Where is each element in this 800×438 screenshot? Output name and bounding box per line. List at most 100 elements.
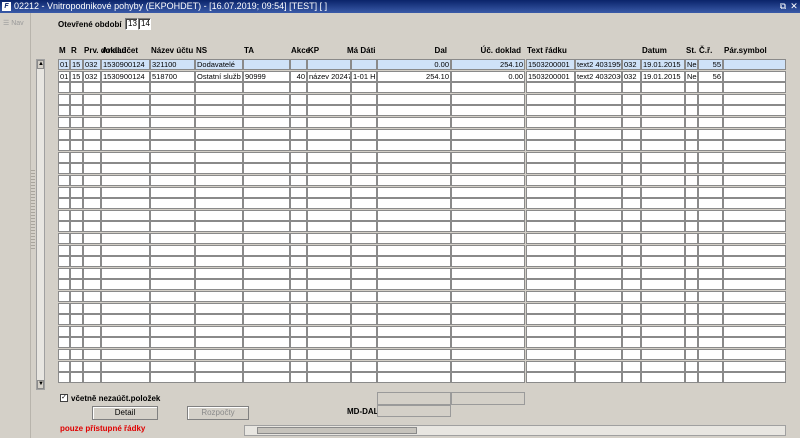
empty-cell[interactable]	[351, 82, 377, 94]
empty-cell[interactable]	[377, 372, 451, 384]
empty-cell[interactable]	[307, 267, 351, 279]
empty-cell[interactable]	[575, 105, 622, 117]
empty-cell[interactable]	[83, 151, 101, 163]
empty-cell[interactable]	[685, 337, 698, 349]
empty-cell[interactable]	[58, 140, 70, 152]
empty-cell[interactable]	[451, 349, 525, 360]
empty-cell[interactable]	[351, 151, 377, 163]
empty-cell[interactable]	[195, 233, 243, 244]
empty-cell[interactable]	[723, 291, 786, 302]
empty-cell[interactable]	[641, 209, 685, 221]
empty-cell[interactable]	[195, 93, 243, 105]
empty-cell[interactable]	[451, 117, 525, 128]
empty-cell[interactable]	[641, 279, 685, 291]
empty-cell[interactable]	[575, 117, 622, 128]
empty-cell[interactable]	[451, 291, 525, 302]
empty-cell[interactable]	[290, 314, 307, 326]
table-cell[interactable]	[723, 70, 786, 82]
empty-cell[interactable]	[83, 267, 101, 279]
empty-cell[interactable]	[83, 349, 101, 360]
empty-cell[interactable]	[83, 93, 101, 105]
empty-cell[interactable]	[575, 256, 622, 268]
empty-cell[interactable]	[526, 117, 575, 128]
empty-cell[interactable]	[377, 105, 451, 117]
empty-cell[interactable]	[377, 267, 451, 279]
empty-cell[interactable]	[150, 314, 195, 326]
empty-cell[interactable]	[195, 279, 243, 291]
empty-cell[interactable]	[622, 302, 641, 314]
empty-cell[interactable]	[526, 267, 575, 279]
empty-cell[interactable]	[723, 302, 786, 314]
empty-cell[interactable]	[290, 244, 307, 256]
empty-cell[interactable]	[622, 267, 641, 279]
empty-cell[interactable]	[150, 128, 195, 140]
empty-cell[interactable]	[70, 314, 83, 326]
empty-cell[interactable]	[243, 291, 290, 302]
empty-cell[interactable]	[307, 302, 351, 314]
empty-cell[interactable]	[195, 302, 243, 314]
empty-cell[interactable]	[195, 140, 243, 152]
empty-cell[interactable]	[58, 360, 70, 372]
empty-cell[interactable]	[101, 349, 150, 360]
table-cell[interactable]: text2 4032030	[575, 70, 622, 82]
empty-cell[interactable]	[58, 186, 70, 198]
empty-cell[interactable]	[575, 151, 622, 163]
empty-cell[interactable]	[351, 175, 377, 186]
empty-cell[interactable]	[377, 279, 451, 291]
empty-cell[interactable]	[195, 360, 243, 372]
empty-cell[interactable]	[243, 372, 290, 384]
table-cell[interactable]: 55	[698, 59, 723, 70]
empty-cell[interactable]	[526, 291, 575, 302]
nav-toggle[interactable]: ☰ Nav	[3, 19, 24, 27]
column-header[interactable]: Anal.účet	[102, 46, 138, 55]
empty-cell[interactable]	[70, 244, 83, 256]
empty-cell[interactable]	[377, 128, 451, 140]
empty-cell[interactable]	[698, 128, 723, 140]
empty-cell[interactable]	[58, 82, 70, 94]
empty-cell[interactable]	[150, 175, 195, 186]
empty-cell[interactable]	[351, 140, 377, 152]
empty-cell[interactable]	[622, 325, 641, 337]
empty-cell[interactable]	[307, 198, 351, 210]
empty-cell[interactable]	[70, 349, 83, 360]
empty-cell[interactable]	[685, 105, 698, 117]
empty-cell[interactable]	[698, 360, 723, 372]
vertical-scrollbar[interactable]: ▲ ▼	[36, 59, 45, 390]
empty-cell[interactable]	[723, 233, 786, 244]
empty-cell[interactable]	[290, 291, 307, 302]
empty-cell[interactable]	[685, 93, 698, 105]
empty-cell[interactable]	[150, 372, 195, 384]
empty-cell[interactable]	[83, 314, 101, 326]
empty-cell[interactable]	[150, 256, 195, 268]
empty-cell[interactable]	[150, 325, 195, 337]
empty-cell[interactable]	[307, 209, 351, 221]
column-header[interactable]: KP	[308, 46, 319, 55]
empty-cell[interactable]	[101, 105, 150, 117]
empty-cell[interactable]	[83, 128, 101, 140]
empty-cell[interactable]	[307, 117, 351, 128]
empty-cell[interactable]	[243, 279, 290, 291]
column-header[interactable]: Název účtu	[151, 46, 193, 55]
table-cell[interactable]: 15	[70, 70, 83, 82]
empty-cell[interactable]	[307, 244, 351, 256]
empty-cell[interactable]	[150, 186, 195, 198]
splitter-grip[interactable]	[31, 170, 35, 250]
empty-cell[interactable]	[575, 244, 622, 256]
empty-cell[interactable]	[622, 82, 641, 94]
empty-cell[interactable]	[575, 279, 622, 291]
empty-cell[interactable]	[351, 279, 377, 291]
table-cell[interactable]: 40	[290, 70, 307, 82]
empty-cell[interactable]	[575, 209, 622, 221]
empty-cell[interactable]	[150, 360, 195, 372]
empty-cell[interactable]	[150, 233, 195, 244]
column-header[interactable]: Text řádku	[527, 46, 567, 55]
empty-cell[interactable]	[698, 279, 723, 291]
open-period-year-field[interactable]: 13	[125, 18, 138, 30]
empty-cell[interactable]	[290, 128, 307, 140]
empty-cell[interactable]	[58, 93, 70, 105]
empty-cell[interactable]	[685, 175, 698, 186]
empty-cell[interactable]	[622, 256, 641, 268]
empty-cell[interactable]	[685, 302, 698, 314]
empty-cell[interactable]	[290, 221, 307, 233]
empty-cell[interactable]	[243, 233, 290, 244]
